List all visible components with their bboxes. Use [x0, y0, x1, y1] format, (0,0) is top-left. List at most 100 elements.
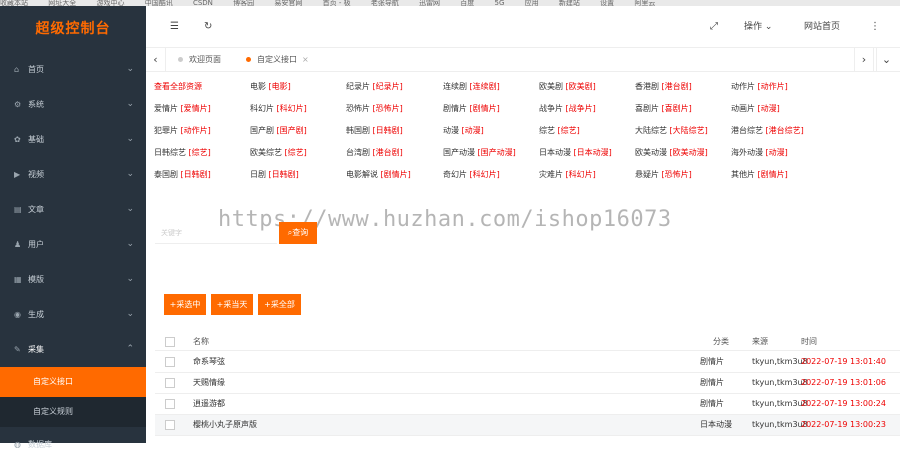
- table-row[interactable]: 樱桃小丸子原声版 日本动漫 tkyun,tkm3u8 2022-07-19 13…: [155, 415, 900, 436]
- category-link[interactable]: 动漫 [动漫]: [443, 124, 484, 138]
- search-button[interactable]: ⌕查询: [279, 222, 317, 244]
- sidebar-item-template[interactable]: ▦ 模版 ⌄: [0, 262, 146, 297]
- more-icon[interactable]: ⋮: [870, 6, 880, 48]
- sidebar-item-label: 首页: [28, 65, 44, 74]
- category-link[interactable]: 香港剧 [港台剧]: [635, 80, 692, 94]
- category-link[interactable]: 动作片 [动作片]: [731, 80, 788, 94]
- row-checkbox[interactable]: [165, 399, 175, 409]
- category-link[interactable]: 连续剧 [连续剧]: [443, 80, 500, 94]
- category-type: [动漫]: [757, 104, 780, 113]
- category-link[interactable]: 国产动漫 [国产动漫]: [443, 146, 516, 160]
- sidebar-item-home[interactable]: ⌂ 首页 ⌄: [0, 52, 146, 87]
- category-link[interactable]: 国产剧 [国产剧]: [250, 124, 307, 138]
- category-type: [科幻片]: [565, 170, 596, 179]
- category-link[interactable]: 动画片 [动漫]: [731, 102, 780, 116]
- category-name: 爱情片: [154, 104, 178, 113]
- category-link[interactable]: 海外动漫 [动漫]: [731, 146, 788, 160]
- category-link[interactable]: 科幻片 [科幻片]: [250, 102, 307, 116]
- category-name: 电影: [250, 82, 266, 91]
- collect-selected-button[interactable]: +采选中: [164, 294, 206, 315]
- sidebar-item-database[interactable]: ◍ 数据库: [0, 427, 146, 462]
- sidebar-item-label: 基础: [28, 135, 44, 144]
- sidebar-item-user[interactable]: ♟ 用户 ⌄: [0, 227, 146, 262]
- category-link[interactable]: 大陆综艺 [大陆综艺]: [635, 124, 708, 138]
- row-name: 命系琴弦: [193, 357, 225, 366]
- table-row[interactable]: 命系琴弦 剧情片 tkyun,tkm3u8 2022-07-19 13:01:4…: [155, 352, 900, 373]
- category-type: [剧情片]: [469, 104, 500, 113]
- menu-toggle-icon[interactable]: ☰: [170, 6, 179, 48]
- category-link[interactable]: 日韩综艺 [综艺]: [154, 146, 211, 160]
- category-link[interactable]: 欧美剧 [欧美剧]: [539, 80, 596, 94]
- category-link[interactable]: 综艺 [综艺]: [539, 124, 580, 138]
- tab-prev-icon[interactable]: ‹: [146, 48, 166, 72]
- category-link[interactable]: 泰国剧 [日韩剧]: [154, 168, 211, 182]
- tab-dropdown-icon[interactable]: ⌄: [876, 48, 896, 72]
- category-type: [国产动漫]: [477, 148, 516, 157]
- chevron-down-icon: ⌄: [126, 239, 134, 249]
- sidebar-subitem-custom-rules[interactable]: 自定义规则: [0, 397, 146, 427]
- category-link[interactable]: 悬疑片 [恐怖片]: [635, 168, 692, 182]
- operate-dropdown[interactable]: 操作 ⌄: [744, 6, 772, 48]
- category-link[interactable]: 犯罪片 [动作片]: [154, 124, 211, 138]
- settings-icon: ⚙: [14, 100, 22, 109]
- collect-today-button[interactable]: +采当天: [211, 294, 253, 315]
- tab-dot: [178, 57, 183, 62]
- sidebar-item-video[interactable]: ▶ 视频 ⌄: [0, 157, 146, 192]
- tab-custom-api[interactable]: 自定义接口 ×: [246, 48, 309, 72]
- database-icon: ◍: [14, 440, 21, 449]
- category-link[interactable]: 其他片 [剧情片]: [731, 168, 788, 182]
- category-link[interactable]: 日剧 [日韩剧]: [250, 168, 299, 182]
- tab-welcome[interactable]: 欢迎页面: [178, 48, 221, 72]
- site-home-link[interactable]: 网站首页: [804, 6, 840, 48]
- row-checkbox[interactable]: [165, 420, 175, 430]
- category-link[interactable]: 战争片 [战争片]: [539, 102, 596, 116]
- category-name: 战争片: [539, 104, 563, 113]
- video-icon: ▶: [14, 170, 21, 179]
- sidebar-item-article[interactable]: ▤ 文章 ⌄: [0, 192, 146, 227]
- sidebar-item-basic[interactable]: ✿ 基础 ⌄: [0, 122, 146, 157]
- sidebar: 超级控制台 ⌂ 首页 ⌄ ⚙ 系统 ⌄ ✿ 基础 ⌄ ▶ 视频 ⌄ ▤ 文章 ⌄ ♟ 用户 ⌄ ▦ 模版 ⌄…: [0, 6, 146, 449]
- category-link[interactable]: 台湾剧 [港台剧]: [346, 146, 403, 160]
- category-link[interactable]: 日本动漫 [日本动漫]: [539, 146, 612, 160]
- category-link[interactable]: 恐怖片 [恐怖片]: [346, 102, 403, 116]
- category-link[interactable]: 剧情片 [剧情片]: [443, 102, 500, 116]
- category-name: 大陆综艺: [635, 126, 667, 135]
- table-row[interactable]: 天赐情缘 剧情片 tkyun,tkm3u8 2022-07-19 13:01:0…: [155, 373, 900, 394]
- category-link[interactable]: 纪录片 [纪录片]: [346, 80, 403, 94]
- search-input[interactable]: 关键字: [155, 222, 277, 244]
- refresh-icon[interactable]: ↻: [204, 6, 212, 48]
- category-name: 欧美动漫: [635, 148, 667, 157]
- table-row[interactable]: 逍遥游都 剧情片 tkyun,tkm3u8 2022-07-19 13:00:2…: [155, 394, 900, 415]
- category-link[interactable]: 喜剧片 [喜剧片]: [635, 102, 692, 116]
- collect-all-button[interactable]: +采全部: [258, 294, 301, 315]
- fullscreen-icon[interactable]: ⤢: [710, 6, 718, 48]
- category-name: 国产动漫: [443, 148, 475, 157]
- category-link[interactable]: 欧美动漫 [欧美动漫]: [635, 146, 708, 160]
- tab-next-icon[interactable]: ›: [854, 48, 874, 72]
- row-name: 天赐情缘: [193, 378, 225, 387]
- category-link[interactable]: 爱情片 [爱情片]: [154, 102, 211, 116]
- sidebar-item-generate[interactable]: ◉ 生成 ⌄: [0, 297, 146, 332]
- category-name: 悬疑片: [635, 170, 659, 179]
- row-category: 剧情片: [700, 399, 724, 408]
- category-link[interactable]: 电影解说 [剧情片]: [346, 168, 411, 182]
- column-time: 时间: [801, 337, 817, 346]
- category-link[interactable]: 奇幻片 [科幻片]: [443, 168, 500, 182]
- category-link[interactable]: 港台综艺 [港台综艺]: [731, 124, 804, 138]
- row-checkbox[interactable]: [165, 378, 175, 388]
- category-link[interactable]: 欧美综艺 [综艺]: [250, 146, 307, 160]
- view-all-link[interactable]: 查看全部资源: [154, 80, 202, 94]
- category-type: [科幻片]: [276, 104, 307, 113]
- sidebar-item-collect[interactable]: ✎ 采集 ⌃: [0, 332, 146, 367]
- sidebar-subitem-custom-api[interactable]: 自定义接口: [0, 367, 146, 397]
- category-link[interactable]: 灾难片 [科幻片]: [539, 168, 596, 182]
- category-link[interactable]: 韩国剧 [日韩剧]: [346, 124, 403, 138]
- category-name: 其他片: [731, 170, 755, 179]
- select-all-checkbox[interactable]: [165, 337, 175, 347]
- row-checkbox[interactable]: [165, 357, 175, 367]
- category-name: 纪录片: [346, 82, 370, 91]
- close-icon[interactable]: ×: [302, 55, 309, 64]
- template-icon: ▦: [14, 275, 22, 284]
- sidebar-item-system[interactable]: ⚙ 系统 ⌄: [0, 87, 146, 122]
- category-link[interactable]: 电影 [电影]: [250, 80, 291, 94]
